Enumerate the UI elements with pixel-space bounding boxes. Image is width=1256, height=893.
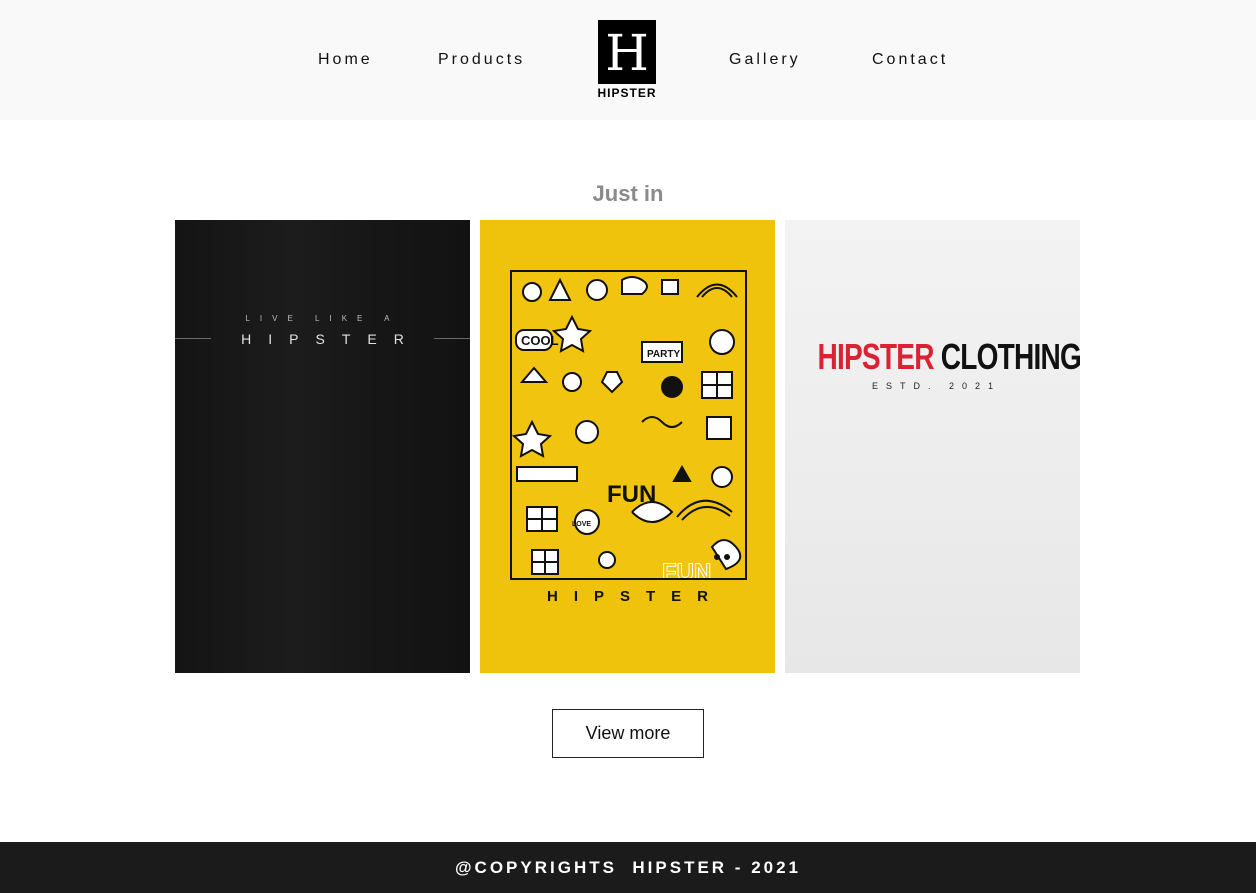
tee-print-title-dark: CLOTHING bbox=[940, 336, 1080, 377]
doodle-word-party: PARTY bbox=[647, 349, 680, 360]
tee-print-title-red: HIPSTER bbox=[817, 336, 934, 377]
view-more-button[interactable]: View more bbox=[552, 709, 704, 758]
nav-home-link[interactable]: Home bbox=[318, 50, 373, 70]
logo-letter: H bbox=[605, 24, 649, 82]
product-card-black-tee[interactable]: LIVE LIKE A HIPSTER bbox=[175, 220, 470, 673]
logo-mark: H bbox=[598, 20, 656, 84]
footer: @COPYRIGHTS HIPSTER - 2021 bbox=[0, 842, 1256, 893]
nav-products-link[interactable]: Products bbox=[438, 50, 525, 70]
tee-print-title: HIPSTER CLOTHING bbox=[817, 336, 1080, 378]
product-card-white-tee[interactable]: HIPSTER CLOTHING ESTD. 2021 bbox=[785, 220, 1080, 673]
nav-contact-link[interactable]: Contact bbox=[872, 50, 948, 70]
navbar: Home Products H HIPSTER Gallery Contact bbox=[0, 0, 1256, 120]
section-title: Just in bbox=[592, 181, 664, 206]
logo-text: HIPSTER bbox=[597, 86, 657, 100]
brand-logo[interactable]: H HIPSTER bbox=[597, 20, 657, 100]
tee-print-large-text: HIPSTER bbox=[241, 331, 421, 347]
doodle-word-fun-1: FUN bbox=[607, 481, 656, 508]
doodle-word-fun-2: FUN bbox=[662, 559, 711, 580]
doodle-artwork: COOL PARTY FUN LOVE FUN bbox=[510, 270, 747, 580]
footer-copyright: @COPYRIGHTS HIPSTER - 2021 bbox=[454, 857, 802, 877]
product-card-yellow-tee[interactable]: COOL PARTY FUN LOVE FUN HIPSTER bbox=[480, 220, 775, 673]
tee-print-small-text: LIVE LIKE A bbox=[245, 314, 400, 323]
doodle-word-cool: COOL bbox=[521, 333, 559, 348]
tee-print-subtitle: ESTD. 2021 bbox=[871, 381, 1002, 391]
nav-gallery-link[interactable]: Gallery bbox=[729, 50, 801, 70]
tee-print-brand-text: HIPSTER bbox=[546, 588, 724, 605]
doodle-word-love: LOVE bbox=[572, 521, 591, 528]
